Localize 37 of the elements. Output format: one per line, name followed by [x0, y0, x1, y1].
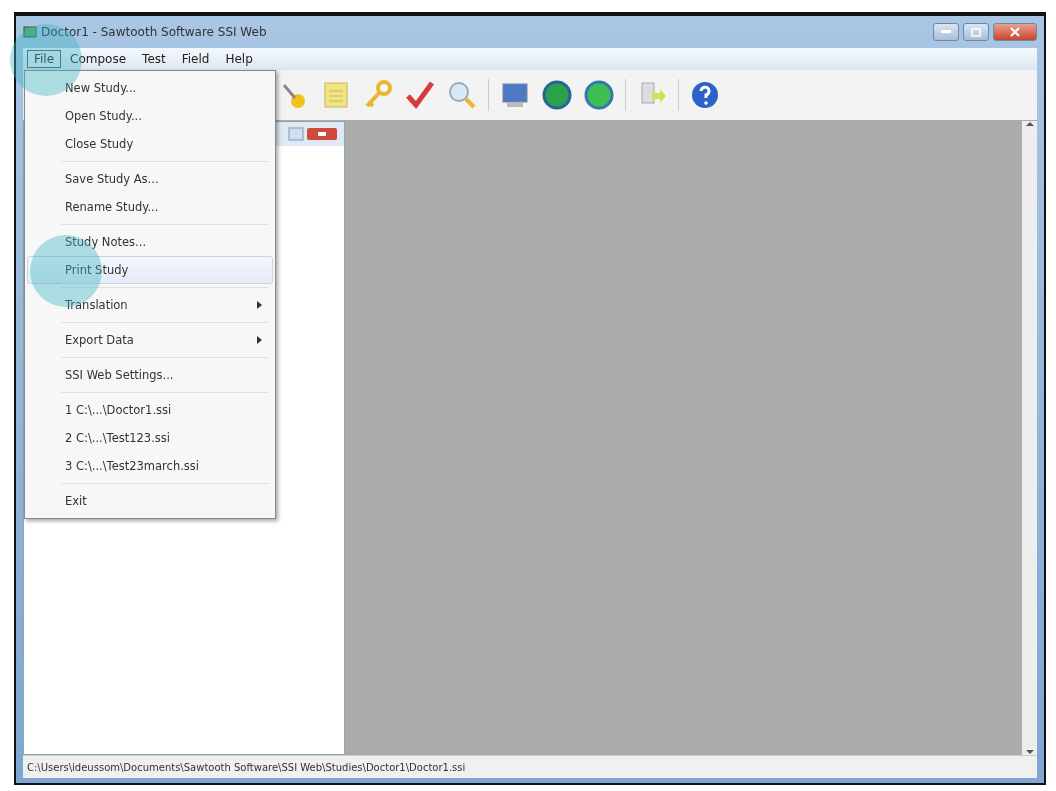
- close-icon: [1010, 27, 1020, 37]
- menu-entry[interactable]: Export Data: [27, 326, 273, 354]
- app-icon: [23, 26, 37, 38]
- menu-entry[interactable]: Save Study As...: [27, 165, 273, 193]
- menu-entry[interactable]: Exit: [27, 487, 273, 515]
- close-button[interactable]: [993, 23, 1037, 41]
- menu-item[interactable]: Field: [174, 50, 217, 68]
- magnifier-icon[interactable]: [446, 79, 478, 111]
- menu-entry[interactable]: Rename Study...: [27, 193, 273, 221]
- scrollbar[interactable]: [1022, 121, 1037, 755]
- menu-entry[interactable]: Translation: [27, 291, 273, 319]
- maximize-icon: [971, 27, 981, 37]
- menu-entry[interactable]: Close Study: [27, 130, 273, 158]
- menu-entry[interactable]: New Study...: [27, 74, 273, 102]
- globe-icon[interactable]: [541, 79, 573, 111]
- globe-icon[interactable]: [583, 79, 615, 111]
- window-title: Doctor1 - Sawtooth Software SSI Web: [41, 25, 267, 39]
- menu-entry[interactable]: SSI Web Settings...: [27, 361, 273, 389]
- submenu-arrow-icon: [257, 336, 262, 344]
- menu-entry[interactable]: Study Notes...: [27, 228, 273, 256]
- menu-item[interactable]: Test: [135, 50, 173, 68]
- panel-close-icon[interactable]: [306, 127, 338, 141]
- menu-entry[interactable]: Print Study: [27, 256, 273, 284]
- menu-item[interactable]: Help: [218, 50, 260, 68]
- menu-item[interactable]: Compose: [63, 50, 134, 68]
- status-path: C:\Users\ideussom\Documents\Sawtooth Software\SSI Web\Studies\Doctor1\Doctor1.ssi: [27, 761, 466, 773]
- menu-entry[interactable]: 1 C:\...\Doctor1.ssi: [27, 396, 273, 424]
- submenu-arrow-icon: [257, 301, 262, 309]
- minimize-icon: [941, 30, 951, 34]
- menu-entry[interactable]: 3 C:\...\Test23march.ssi: [27, 452, 273, 480]
- menu-entry[interactable]: 2 C:\...\Test123.ssi: [27, 424, 273, 452]
- menu-item[interactable]: File: [27, 50, 62, 68]
- checkmark-icon[interactable]: [404, 79, 436, 111]
- minimize-button[interactable]: [933, 23, 959, 41]
- maximize-button[interactable]: [963, 23, 989, 41]
- menu-entry[interactable]: Open Study...: [27, 102, 273, 130]
- help-icon[interactable]: [689, 79, 721, 111]
